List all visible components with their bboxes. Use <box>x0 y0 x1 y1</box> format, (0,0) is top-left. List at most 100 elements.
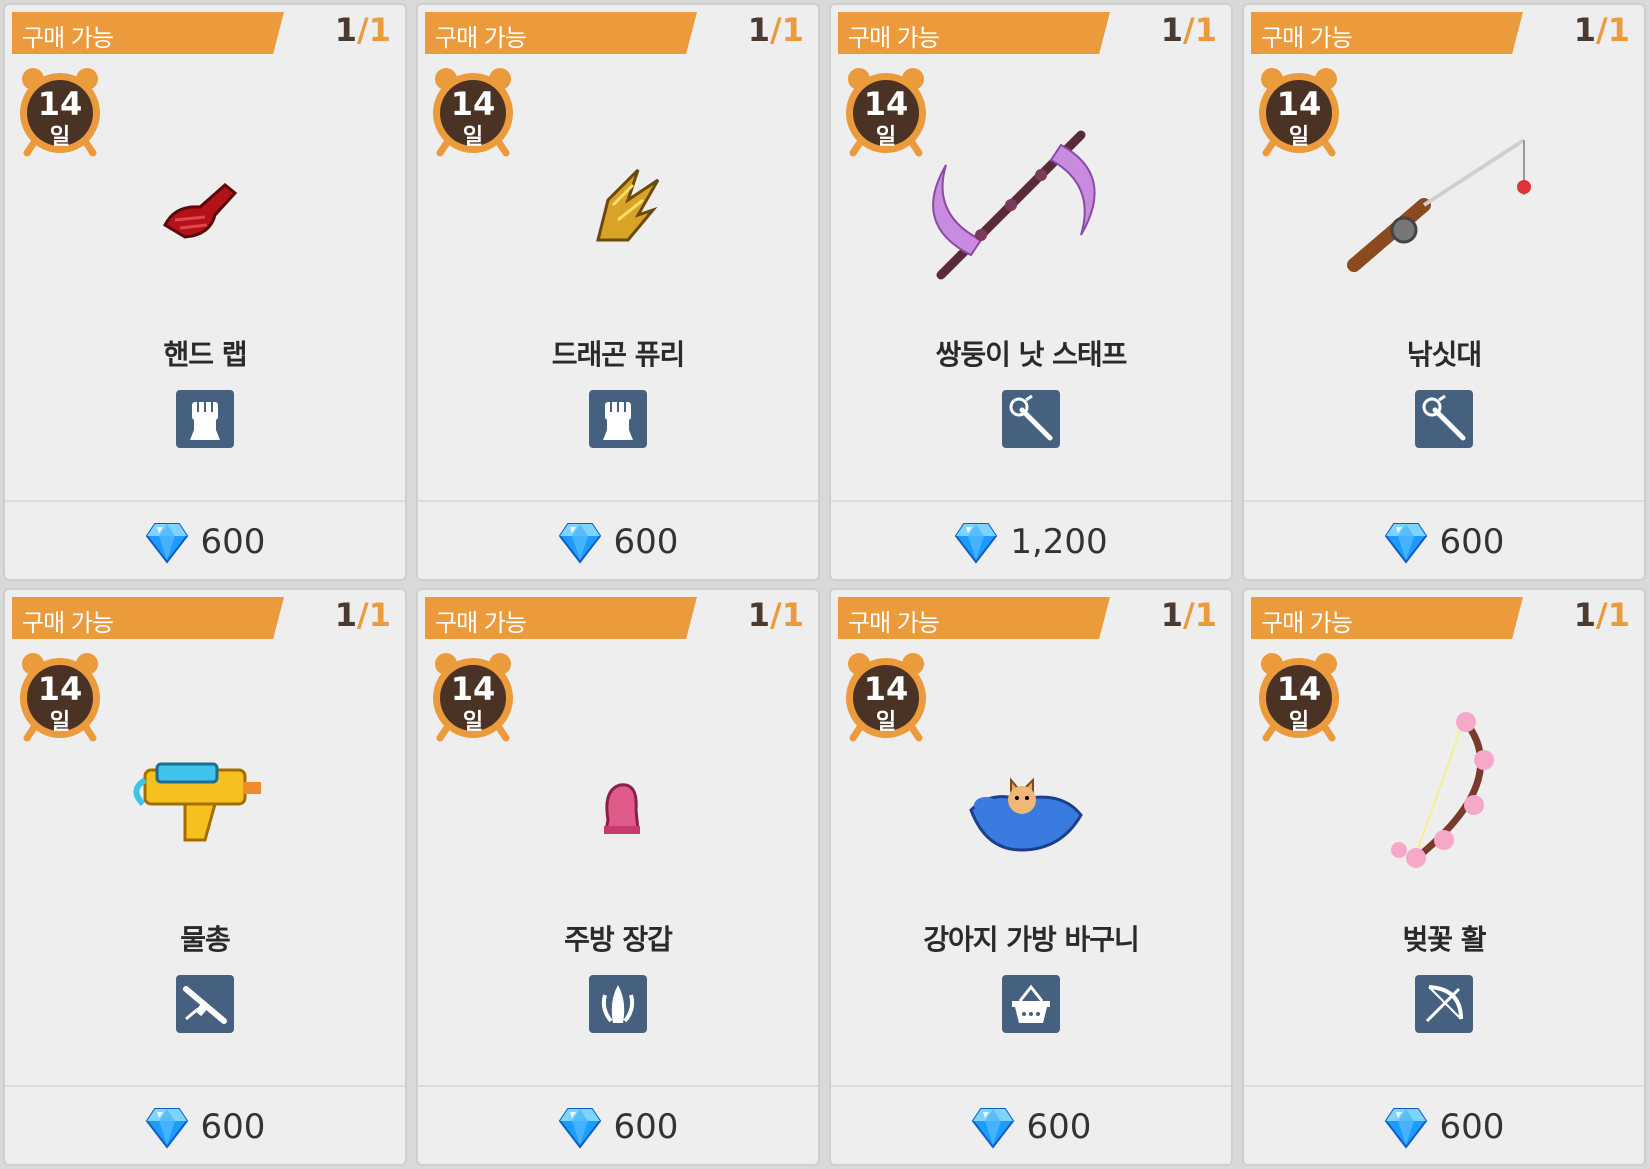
purchase-limit: 1/1 <box>748 596 804 634</box>
availability-banner: 구매 가능 <box>425 12 697 54</box>
cherry-blossom-bow-icon <box>1324 700 1568 890</box>
price-button[interactable]: 600 <box>5 502 405 579</box>
availability-label: 구매 가능 <box>22 24 114 52</box>
item-name: 드래곤 퓨리 <box>551 338 686 371</box>
purchase-max: 1 <box>1607 596 1630 634</box>
purchase-max: 1 <box>1194 11 1217 49</box>
purchase-limit-separator: / <box>770 11 782 49</box>
item-name: 물총 <box>180 923 231 956</box>
item-price: 1,200 <box>1010 522 1108 562</box>
item-price: 600 <box>200 522 266 562</box>
availability-label: 구매 가능 <box>22 609 114 637</box>
diamond-gem-icon <box>971 1105 1015 1149</box>
shop-item-card-3[interactable]: 구매 가능 1/1 14 일 쌍둥이 낫 스태프 1,200 <box>829 3 1233 581</box>
purchase-max: 1 <box>781 11 804 49</box>
purchase-max: 1 <box>368 596 391 634</box>
purchase-limit-separator: / <box>1183 596 1195 634</box>
dragon-claw-icon <box>498 115 742 305</box>
purchase-limit: 1/1 <box>1161 11 1217 49</box>
purchase-limit-separator: / <box>357 596 369 634</box>
purchase-max: 1 <box>781 596 804 634</box>
purchase-count: 1 <box>334 596 358 634</box>
availability-label: 구매 가능 <box>848 24 940 52</box>
availability-label: 구매 가능 <box>1261 609 1353 637</box>
shop-item-card-7[interactable]: 구매 가능 1/1 14 일 강아지 가방 바구니 600 <box>829 588 1233 1166</box>
basket-icon <box>1002 975 1060 1033</box>
purchase-limit-separator: / <box>1596 11 1608 49</box>
fist-icon <box>589 390 647 448</box>
kitchen-glove-icon <box>498 700 742 890</box>
item-name: 핸드 랩 <box>163 338 247 371</box>
puppy-bag-basket-icon <box>911 700 1155 890</box>
purchase-limit-separator: / <box>1183 11 1195 49</box>
price-button[interactable]: 600 <box>5 1087 405 1164</box>
purchase-limit: 1/1 <box>1161 596 1217 634</box>
availability-banner: 구매 가능 <box>12 12 284 54</box>
shop-item-grid: 구매 가능 1/1 14 일 핸드 랩 600 구매 가능 1/1 14 일 드… <box>0 0 1650 1169</box>
availability-banner: 구매 가능 <box>838 12 1110 54</box>
item-name: 쌍둥이 낫 스태프 <box>935 338 1128 371</box>
purchase-limit-separator: / <box>770 596 782 634</box>
water-gun-icon <box>85 700 329 890</box>
hand-wrap-icon <box>85 115 329 305</box>
item-name: 강아지 가방 바구니 <box>923 923 1140 956</box>
availability-banner: 구매 가능 <box>1251 597 1523 639</box>
diamond-gem-icon <box>145 1105 189 1149</box>
price-button[interactable]: 600 <box>1244 502 1644 579</box>
purchase-limit: 1/1 <box>748 11 804 49</box>
item-price: 600 <box>1439 522 1505 562</box>
price-button[interactable]: 600 <box>418 502 818 579</box>
availability-banner: 구매 가능 <box>425 597 697 639</box>
price-button[interactable]: 600 <box>1244 1087 1644 1164</box>
purchase-count: 1 <box>1573 596 1597 634</box>
item-price: 600 <box>613 1107 679 1147</box>
item-price: 600 <box>1439 1107 1505 1147</box>
purchase-count: 1 <box>747 596 771 634</box>
purchase-max: 1 <box>1607 11 1630 49</box>
bow-icon <box>1415 975 1473 1033</box>
purchase-limit-separator: / <box>1596 596 1608 634</box>
shop-item-card-8[interactable]: 구매 가능 1/1 14 일 벚꽃 활 600 <box>1242 588 1646 1166</box>
staff-icon <box>1002 390 1060 448</box>
purchase-limit: 1/1 <box>335 11 391 49</box>
purchase-count: 1 <box>747 11 771 49</box>
purchase-limit: 1/1 <box>335 596 391 634</box>
purchase-limit: 1/1 <box>1574 11 1630 49</box>
availability-label: 구매 가능 <box>1261 24 1353 52</box>
shop-item-card-1[interactable]: 구매 가능 1/1 14 일 핸드 랩 600 <box>3 3 407 581</box>
fist-icon <box>176 390 234 448</box>
item-name: 낚싯대 <box>1406 338 1482 371</box>
shop-item-card-4[interactable]: 구매 가능 1/1 14 일 낚싯대 600 <box>1242 3 1646 581</box>
item-price: 600 <box>1026 1107 1092 1147</box>
availability-banner: 구매 가능 <box>838 597 1110 639</box>
purchase-count: 1 <box>1573 11 1597 49</box>
price-button[interactable]: 1,200 <box>831 502 1231 579</box>
staff-icon <box>1415 390 1473 448</box>
purchase-count: 1 <box>334 11 358 49</box>
price-button[interactable]: 600 <box>831 1087 1231 1164</box>
availability-banner: 구매 가능 <box>1251 12 1523 54</box>
purchase-max: 1 <box>1194 596 1217 634</box>
fishing-rod-icon <box>1324 115 1568 305</box>
shop-item-card-2[interactable]: 구매 가능 1/1 14 일 드래곤 퓨리 600 <box>416 3 820 581</box>
purchase-count: 1 <box>1160 596 1184 634</box>
diamond-gem-icon <box>1384 520 1428 564</box>
diamond-gem-icon <box>558 520 602 564</box>
purchase-max: 1 <box>368 11 391 49</box>
item-name: 벚꽃 활 <box>1402 923 1486 956</box>
availability-label: 구매 가능 <box>435 24 527 52</box>
purchase-limit: 1/1 <box>1574 596 1630 634</box>
shop-item-card-6[interactable]: 구매 가능 1/1 14 일 주방 장갑 600 <box>416 588 820 1166</box>
availability-banner: 구매 가능 <box>12 597 284 639</box>
item-price: 600 <box>613 522 679 562</box>
price-button[interactable]: 600 <box>418 1087 818 1164</box>
diamond-gem-icon <box>1384 1105 1428 1149</box>
item-name: 주방 장갑 <box>564 923 673 956</box>
twin-scythe-staff-icon <box>911 115 1155 305</box>
claw-icon <box>589 975 647 1033</box>
shop-item-card-5[interactable]: 구매 가능 1/1 14 일 물총 600 <box>3 588 407 1166</box>
purchase-count: 1 <box>1160 11 1184 49</box>
availability-label: 구매 가능 <box>848 609 940 637</box>
diamond-gem-icon <box>954 520 998 564</box>
purchase-limit-separator: / <box>357 11 369 49</box>
